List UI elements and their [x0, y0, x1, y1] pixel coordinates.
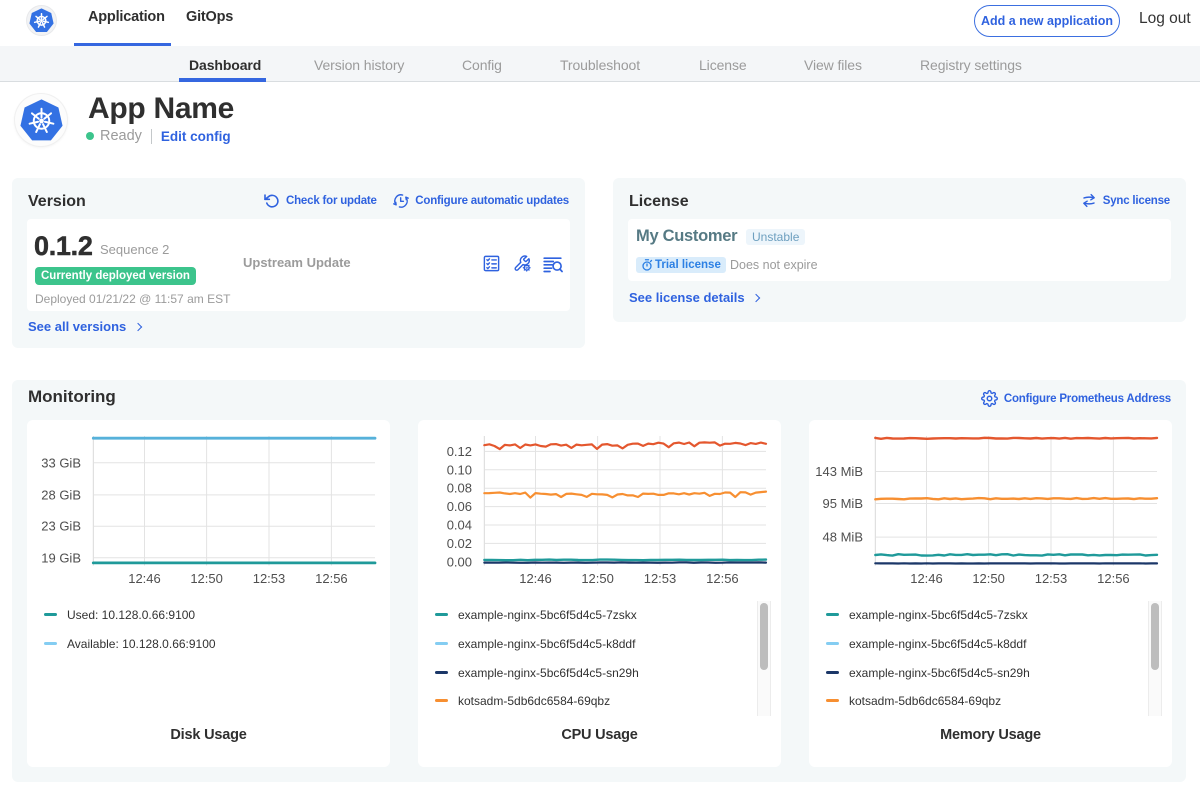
svg-text:12:53: 12:53 — [1035, 571, 1068, 586]
svg-text:12:46: 12:46 — [128, 571, 161, 586]
svg-text:23 GiB: 23 GiB — [41, 519, 81, 534]
svg-text:12:53: 12:53 — [644, 571, 677, 586]
svg-text:95 MiB: 95 MiB — [823, 496, 863, 511]
svg-text:12:56: 12:56 — [706, 571, 739, 586]
svg-text:0.00: 0.00 — [447, 554, 472, 569]
svg-text:143 MiB: 143 MiB — [815, 464, 863, 479]
svg-text:0.12: 0.12 — [447, 444, 472, 459]
svg-text:48 MiB: 48 MiB — [823, 530, 863, 545]
svg-text:0.08: 0.08 — [447, 481, 472, 496]
svg-text:12:56: 12:56 — [315, 571, 348, 586]
svg-text:0.06: 0.06 — [447, 499, 472, 514]
svg-text:12:46: 12:46 — [910, 571, 943, 586]
svg-text:12:50: 12:50 — [190, 571, 223, 586]
svg-text:28 GiB: 28 GiB — [41, 487, 81, 502]
svg-text:0.04: 0.04 — [447, 518, 472, 533]
svg-text:0.02: 0.02 — [447, 536, 472, 551]
svg-text:12:53: 12:53 — [253, 571, 286, 586]
svg-text:0.10: 0.10 — [447, 462, 472, 477]
svg-text:12:46: 12:46 — [519, 571, 552, 586]
svg-text:19 GiB: 19 GiB — [41, 550, 81, 565]
svg-text:33 GiB: 33 GiB — [41, 455, 81, 470]
svg-text:12:50: 12:50 — [972, 571, 1005, 586]
svg-text:12:50: 12:50 — [581, 571, 614, 586]
svg-text:12:56: 12:56 — [1097, 571, 1130, 586]
